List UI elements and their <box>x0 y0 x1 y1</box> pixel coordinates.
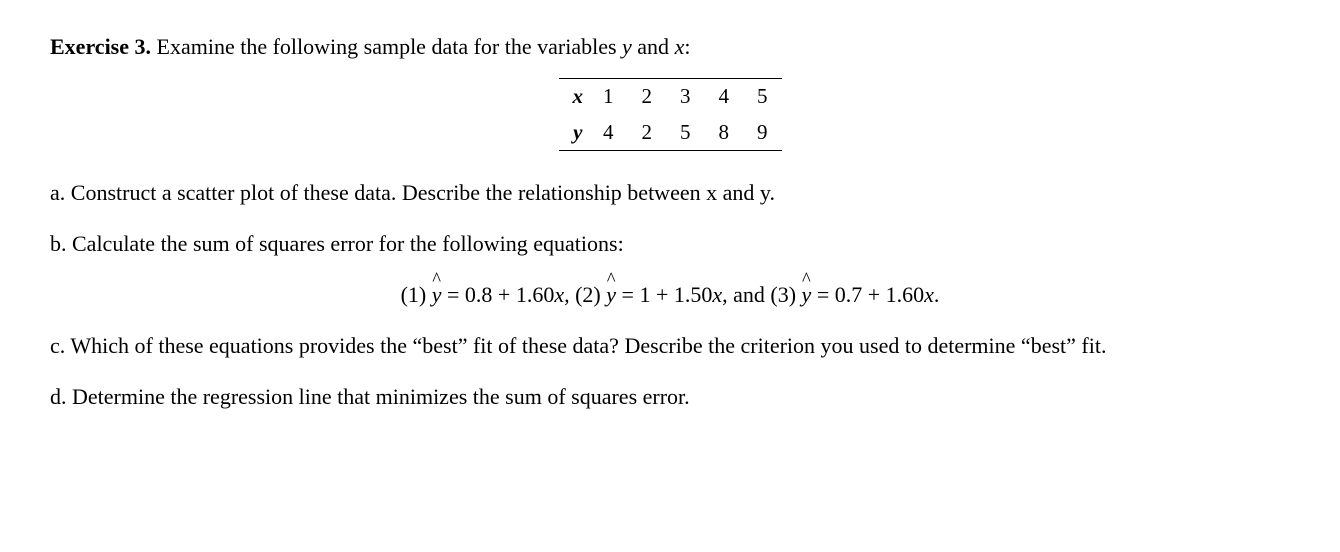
row-label-y: y <box>559 115 590 151</box>
row-label-x: x <box>559 79 590 115</box>
part-d-text: Determine the regression line that minim… <box>67 384 690 409</box>
eq3-rhs: = 0.7 + 1.60 <box>811 282 924 307</box>
part-c-label: c. <box>50 333 65 358</box>
and-word: and <box>637 34 669 59</box>
part-d: d. Determine the regression line that mi… <box>50 380 1290 413</box>
part-b-label: b. <box>50 231 67 256</box>
table-row: x 1 2 3 4 5 <box>559 79 782 115</box>
table-cell: 4 <box>705 79 744 115</box>
eq1-num: (1) <box>401 282 432 307</box>
eq-x: x <box>924 282 934 307</box>
part-b-text: Calculate the sum of squares error for t… <box>67 231 624 256</box>
table-cell: 1 <box>589 79 628 115</box>
equations-line: (1) ^y = 0.8 + 1.60x, (2) ^y = 1 + 1.50x… <box>50 278 1290 311</box>
var-x: x <box>675 34 685 59</box>
part-a-text: Construct a scatter plot of these data. … <box>65 180 775 205</box>
exercise-intro: Examine the following sample data for th… <box>157 34 617 59</box>
part-c-text: Which of these equations provides the “b… <box>65 333 1106 358</box>
part-a-label: a. <box>50 180 65 205</box>
table-cell: 9 <box>743 115 782 151</box>
eq-x: x <box>712 282 722 307</box>
table-cell: 5 <box>666 115 705 151</box>
table-cell: 2 <box>628 79 667 115</box>
table-row: y 4 2 5 8 9 <box>559 115 782 151</box>
eq2-num: , (2) <box>564 282 606 307</box>
yhat-symbol: ^y <box>802 278 812 311</box>
part-a: a. Construct a scatter plot of these dat… <box>50 176 1290 209</box>
eq1-rhs: = 0.8 + 1.60 <box>442 282 555 307</box>
yhat-symbol: ^y <box>606 278 616 311</box>
table-cell: 4 <box>589 115 628 151</box>
data-table: x 1 2 3 4 5 y 4 2 5 8 9 <box>559 78 782 151</box>
exercise-heading: Exercise 3. Examine the following sample… <box>50 30 1290 63</box>
part-c: c. Which of these equations provides the… <box>50 329 1290 362</box>
eq-x: x <box>554 282 564 307</box>
part-b: b. Calculate the sum of squares error fo… <box>50 227 1290 260</box>
table-cell: 5 <box>743 79 782 115</box>
table-cell: 2 <box>628 115 667 151</box>
part-d-label: d. <box>50 384 67 409</box>
eq2-rhs: = 1 + 1.50 <box>616 282 712 307</box>
data-table-wrap: x 1 2 3 4 5 y 4 2 5 8 9 <box>50 78 1290 151</box>
eq3-num: , and (3) <box>722 282 801 307</box>
exercise-label: Exercise 3. <box>50 34 151 59</box>
table-cell: 3 <box>666 79 705 115</box>
colon: : <box>684 34 690 59</box>
eq-period: . <box>934 282 940 307</box>
yhat-symbol: ^y <box>432 278 442 311</box>
var-y: y <box>622 34 632 59</box>
table-cell: 8 <box>705 115 744 151</box>
